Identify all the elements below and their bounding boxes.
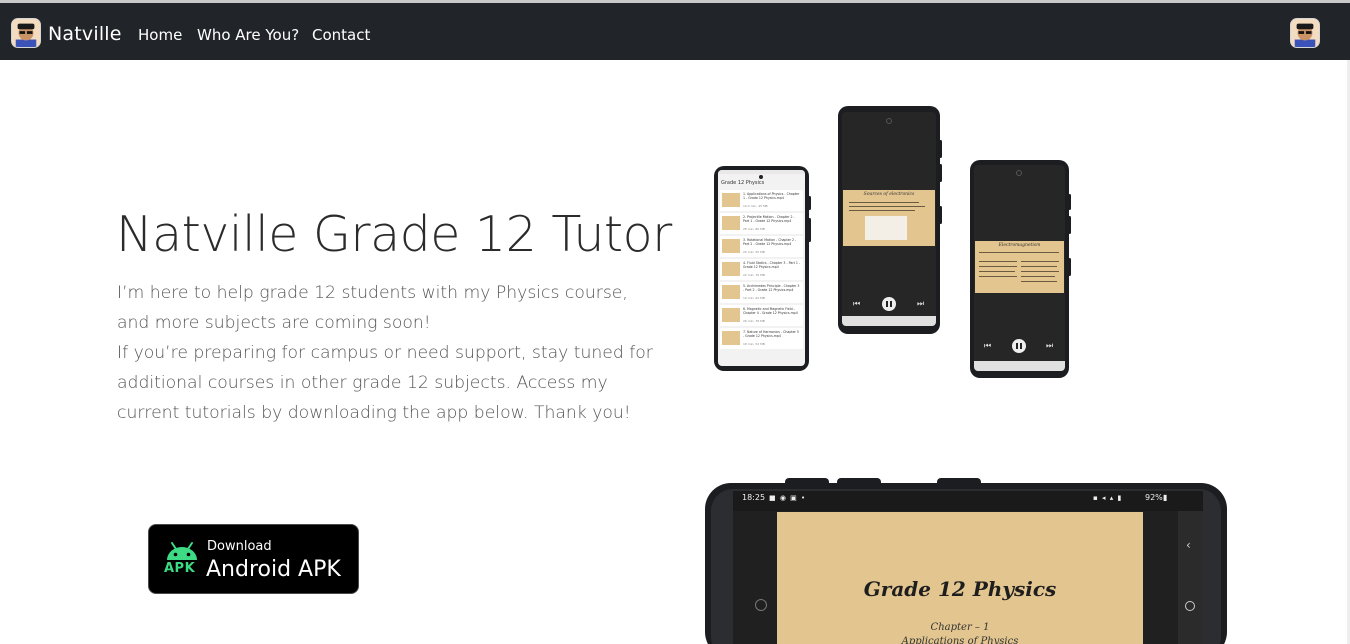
playlist-item-title: 1. Applications of Physics - Chapter 1 -…	[743, 192, 800, 200]
video-thumbnail	[722, 216, 740, 230]
video-frame-1-title: Sources of electronics	[863, 192, 915, 197]
video-thumbnail	[722, 285, 740, 299]
phone-mockup-video-2: Electromagnetism ⏮ ⏭	[970, 160, 1071, 378]
playlist-item-meta: 19 min, 62 MB	[743, 296, 765, 300]
slide-subtitle: Applications of Physics	[901, 636, 1019, 644]
nav-link-home[interactable]: Home	[138, 25, 182, 45]
video-thumbnail	[722, 331, 740, 345]
status-battery: 92%	[1145, 493, 1163, 502]
playlist-item[interactable]: 4. Fluid Statics - Chapter 3 - Part 1 - …	[720, 259, 803, 280]
hero-paragraph-2: If you’re preparing for campus or need s…	[117, 343, 653, 423]
apk-button-small-label: Download	[207, 539, 272, 554]
landscape-screen: 18:25 ■ ◉ ▣ • ▪ ◂ ▴ ▮ 92% ▮ Grade 12 Phy…	[733, 491, 1203, 644]
back-icon[interactable]: ‹	[1186, 539, 1191, 551]
video-frame-2-title: Electromagnetism	[998, 243, 1041, 248]
nav-link-who-are-you[interactable]: Who Are You?	[197, 25, 299, 45]
playlist-title: Grade 12 Physics	[721, 180, 765, 186]
status-system-icons: ▪ ◂ ▴ ▮	[1093, 494, 1123, 502]
playlist-item[interactable]: 5. Archimedes Principle - Chapter 3 - Pa…	[720, 282, 803, 303]
video-screen-1: Sources of electronics ⏮ ⏭	[842, 112, 936, 326]
video-frame-1: Sources of electronics	[843, 190, 935, 246]
next-icon[interactable]: ⏭	[1046, 342, 1053, 350]
playlist-item[interactable]: 6. Magnetic and Magnetic Field - Chapter…	[720, 305, 803, 326]
video-thumbnail	[722, 262, 740, 276]
video-screen-2: Electromagnetism ⏮ ⏭	[974, 165, 1065, 371]
battery-icon: ▮	[1163, 493, 1168, 502]
download-apk-button[interactable]: APK Download Android APK	[148, 524, 359, 594]
hero-description: I’m here to help grade 12 students with …	[117, 278, 662, 428]
brand-logo-icon[interactable]	[11, 18, 41, 48]
playlist-item-title: 4. Fluid Statics - Chapter 3 - Part 1 - …	[743, 261, 801, 269]
playlist-item-meta: 28 min, 80 MB	[743, 227, 765, 231]
nav-link-contact[interactable]: Contact	[312, 25, 370, 45]
slide-chapter: Chapter – 1	[930, 622, 990, 633]
nav-bar-right: ‹	[1178, 511, 1203, 644]
video-slide: Grade 12 Physics Chapter – 1 Application…	[777, 512, 1143, 644]
playlist-item-title: 5. Archimedes Principle - Chapter 3 - Pa…	[743, 284, 800, 292]
pause-button[interactable]	[1012, 339, 1026, 353]
playlist-item[interactable]: 2. Projectile Motion - Chapter 2 - Part …	[720, 213, 803, 234]
video-frame-2: Electromagnetism	[975, 241, 1064, 293]
hero-title: Natville Grade 12 Tutor	[116, 206, 672, 263]
playlist-item-title: 2. Projectile Motion - Chapter 2 - Part …	[743, 215, 795, 223]
navbar: Natville Home Who Are You? Contact	[0, 3, 1350, 60]
phone-mockup-playlist: Grade 12 Physics 1. Applications of Phys…	[714, 166, 811, 371]
playlist-item[interactable]: 3. Rotational Motion - Chapter 2 - Part …	[720, 236, 803, 257]
video-thumbnail	[722, 239, 740, 253]
playlist-item-title: 6. Magnetic and Magnetic Field - Chapter…	[743, 307, 798, 315]
playlist-item[interactable]: 7. Nature of Harmonics - Chapter 5 - Gra…	[720, 328, 803, 349]
hero-paragraph-1: I’m here to help grade 12 students with …	[117, 283, 628, 333]
apk-badge-label: APK	[164, 561, 196, 576]
apk-button-big-label: Android APK	[206, 557, 341, 582]
status-bar: 18:25 ■ ◉ ▣ • ▪ ◂ ▴ ▮ 92% ▮	[733, 491, 1203, 511]
next-icon[interactable]: ⏭	[917, 300, 924, 308]
video-thumbnail	[722, 308, 740, 322]
pause-button[interactable]	[882, 297, 896, 311]
playlist-screen: Grade 12 Physics 1. Applications of Phys…	[718, 170, 805, 366]
slide-title: Grade 12 Physics	[863, 577, 1057, 601]
playlist-item-title: 3. Rotational Motion - Chapter 2 - Part …	[743, 238, 797, 246]
phone-mockup-video-1: Sources of electronics ⏮ ⏭	[838, 106, 942, 334]
prev-icon[interactable]: ⏮	[853, 300, 860, 308]
prev-icon[interactable]: ⏮	[984, 342, 991, 350]
phone-mockup-landscape: 18:25 ■ ◉ ▣ • ▪ ◂ ▴ ▮ 92% ▮ Grade 12 Phy…	[705, 478, 1227, 644]
brand-name[interactable]: Natville	[48, 22, 122, 46]
video-thumbnail	[722, 193, 740, 207]
playlist-item-title: 7. Nature of Harmonics - Chapter 5 - Gra…	[743, 330, 799, 338]
playlist-item-meta: 26 min, 78 MB	[743, 319, 765, 323]
user-avatar-icon[interactable]	[1290, 18, 1320, 48]
status-notification-icons: ■ ◉ ▣ •	[769, 494, 807, 502]
playlist-item-meta: 18 min, 52 MB	[743, 342, 765, 346]
playlist-item-meta: 20 min, 55 MB	[743, 250, 765, 254]
playlist-item-meta: 22 min, 70 MB	[743, 273, 765, 277]
playlist-item-meta: 10.4 min, 45 MB	[743, 204, 768, 208]
playlist-item[interactable]: 1. Applications of Physics - Chapter 1 -…	[720, 190, 803, 211]
home-icon[interactable]	[1185, 601, 1195, 611]
status-time: 18:25	[742, 493, 766, 502]
rotate-icon[interactable]	[755, 599, 767, 611]
